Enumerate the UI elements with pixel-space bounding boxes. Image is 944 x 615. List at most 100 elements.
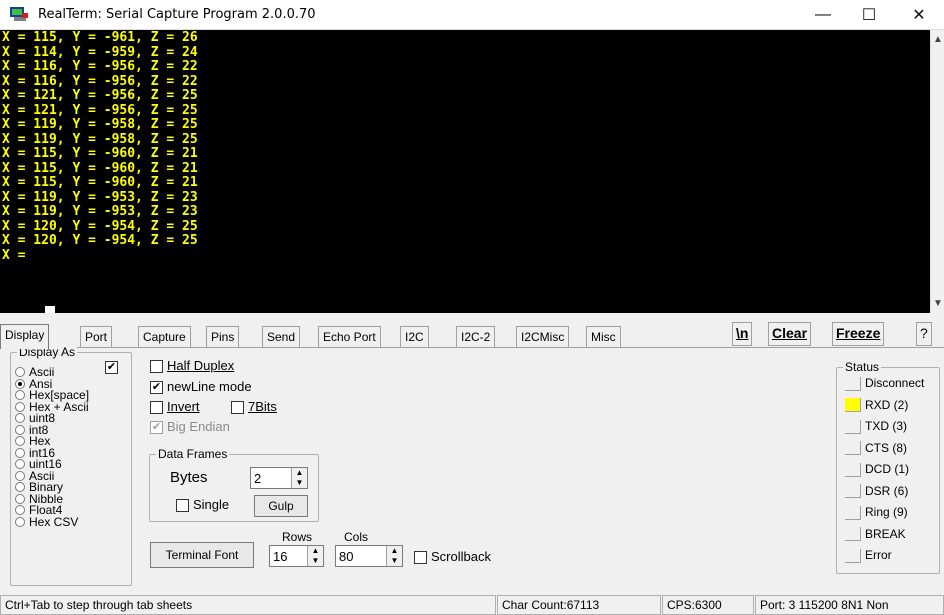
- data-frames-legend: Data Frames: [156, 447, 230, 461]
- tab-port[interactable]: Port: [80, 326, 113, 348]
- radio-button[interactable]: [15, 516, 25, 527]
- radio-button[interactable]: [15, 367, 25, 377]
- radio-button[interactable]: [15, 436, 25, 446]
- seven-bits-checkbox[interactable]: [231, 401, 244, 415]
- radio-button[interactable]: [15, 413, 25, 423]
- status-hint: Ctrl+Tab to step through tab sheets: [0, 595, 496, 615]
- gulp-button[interactable]: Gulp: [254, 495, 308, 517]
- radio-button[interactable]: [15, 482, 25, 492]
- status-led-icon: [845, 376, 861, 391]
- status-indicator[interactable]: Error: [845, 548, 892, 564]
- bytes-stepper[interactable]: 2 ▲ ▼: [250, 467, 308, 489]
- radio-button[interactable]: [15, 470, 25, 481]
- help-button[interactable]: ?: [916, 322, 932, 346]
- tab-capture[interactable]: Capture: [138, 326, 191, 348]
- tab-send[interactable]: Send: [262, 326, 301, 348]
- tab-misc[interactable]: Misc: [586, 326, 621, 348]
- status-led-icon: [845, 441, 861, 456]
- ascii-display-checkbox[interactable]: ✔: [105, 361, 118, 374]
- tab-i2c-2[interactable]: I2C-2: [456, 326, 496, 348]
- terminal-line: X = 121, Y = -956, Z = 25: [2, 102, 198, 118]
- radio-button[interactable]: [15, 447, 25, 458]
- status-indicator[interactable]: DCD (1): [845, 462, 909, 478]
- tab-label: Echo Port: [323, 330, 376, 344]
- invert-label: Invert: [167, 399, 200, 414]
- terminal-line: X = 116, Y = -956, Z = 22: [2, 59, 198, 74]
- clear-button[interactable]: Clear: [768, 322, 812, 346]
- single-checkbox[interactable]: [176, 499, 189, 513]
- radio-button[interactable]: [15, 424, 25, 435]
- half-duplex-option[interactable]: Half Duplex: [150, 358, 234, 374]
- rows-stepper[interactable]: 16 ▲ ▼: [269, 545, 324, 567]
- status-indicator[interactable]: TXD (3): [845, 419, 907, 435]
- newline-mode-label: newLine mode: [167, 379, 252, 394]
- radio-button[interactable]: [15, 390, 25, 400]
- status-led-icon: [845, 419, 861, 434]
- tab-label: Send: [267, 330, 296, 344]
- minimize-button[interactable]: —: [800, 0, 846, 30]
- status-led-icon: [845, 462, 861, 477]
- scrollback-option[interactable]: Scrollback: [414, 549, 491, 565]
- freeze-button[interactable]: Freeze: [832, 322, 885, 346]
- display-as-group: Display As ✔ Ascii Ansi Hex[space] Hex + As…: [10, 345, 132, 586]
- newline-mode-checkbox[interactable]: ✔: [150, 381, 163, 395]
- radio-button[interactable]: [15, 505, 25, 515]
- terminal-font-button[interactable]: Terminal Font: [150, 542, 254, 568]
- bytes-label: Bytes: [170, 469, 208, 486]
- tab-i2cmisc[interactable]: I2CMisc: [516, 326, 570, 348]
- status-indicator[interactable]: BREAK: [845, 527, 906, 543]
- radio-button[interactable]: [15, 401, 25, 412]
- invert-checkbox[interactable]: [150, 401, 163, 415]
- status-indicator[interactable]: Ring (9): [845, 505, 908, 521]
- status-indicator[interactable]: RXD (2): [845, 398, 908, 414]
- status-label: Disconnect: [865, 376, 925, 390]
- radio-button[interactable]: [15, 493, 25, 504]
- newline-mode-option[interactable]: ✔ newLine mode: [150, 379, 252, 395]
- tab-pins[interactable]: Pins: [206, 326, 240, 348]
- radio-button[interactable]: [15, 459, 25, 469]
- seven-bits-option[interactable]: 7Bits: [231, 399, 277, 415]
- status-label: DSR (6): [865, 483, 909, 498]
- terminal-output[interactable]: X = 115, Y = -961, Z = 26 X = 114, Y = -9…: [0, 30, 930, 313]
- seven-bits-label: 7Bits: [248, 399, 277, 414]
- realterm-app-icon: [10, 7, 28, 21]
- status-led-icon: [845, 398, 861, 413]
- terminal-scrollbar[interactable]: ▲ ▼: [930, 30, 944, 313]
- status-led-icon: [845, 505, 861, 520]
- terminal-line: X = 116, Y = -956, Z = 22: [2, 73, 198, 89]
- cols-stepper[interactable]: 80 ▲ ▼: [335, 545, 403, 567]
- terminal-line: X = 121, Y = -956, Z = 25: [2, 88, 198, 103]
- stepper-arrows-icon[interactable]: ▲ ▼: [307, 546, 323, 566]
- invert-option[interactable]: Invert: [150, 399, 200, 415]
- tab-label: I2CMisc: [521, 330, 565, 344]
- status-group: Status Disconnect RXD (2) TXD (3) CTS (8) DC…: [836, 360, 940, 574]
- status-indicator[interactable]: CTS (8): [845, 441, 907, 457]
- maximize-button[interactable]: ☐: [846, 0, 892, 30]
- tab-label: Misc: [591, 330, 616, 344]
- terminal-line: X = 119, Y = -953, Z = 23: [2, 204, 198, 219]
- display-as-option[interactable]: Hex CSV: [15, 516, 78, 528]
- big-endian-checkbox: ✔: [150, 421, 163, 435]
- status-label: CTS (8): [865, 440, 907, 455]
- tab-i2c[interactable]: I2C: [400, 326, 429, 348]
- status-label: RXD (2): [865, 397, 909, 412]
- status-indicator[interactable]: Disconnect: [845, 376, 924, 392]
- tab-echo-port[interactable]: Echo Port: [318, 326, 381, 348]
- radio-button[interactable]: [15, 378, 25, 389]
- newline-button[interactable]: \n: [732, 322, 753, 346]
- half-duplex-checkbox[interactable]: [150, 360, 163, 374]
- scrollback-checkbox[interactable]: [414, 551, 427, 565]
- scroll-up-icon[interactable]: ▲: [933, 34, 943, 45]
- stepper-arrows-icon[interactable]: ▲ ▼: [386, 546, 402, 566]
- terminal-line: X = 115, Y = -960, Z = 21: [2, 146, 198, 161]
- rows-value: 16: [273, 549, 288, 564]
- tab-display[interactable]: Display: [0, 324, 50, 349]
- close-button[interactable]: ✕: [896, 0, 942, 30]
- stepper-arrows-icon[interactable]: ▲ ▼: [291, 468, 307, 488]
- terminal-line: X = 114, Y = -959, Z = 24: [2, 44, 198, 60]
- status-indicator[interactable]: DSR (6): [845, 484, 908, 500]
- terminal-line: X = 120, Y = -954, Z = 25: [2, 218, 198, 234]
- single-option[interactable]: Single: [176, 497, 229, 513]
- scroll-down-icon[interactable]: ▼: [933, 298, 943, 309]
- status-label: DCD (1): [865, 462, 909, 476]
